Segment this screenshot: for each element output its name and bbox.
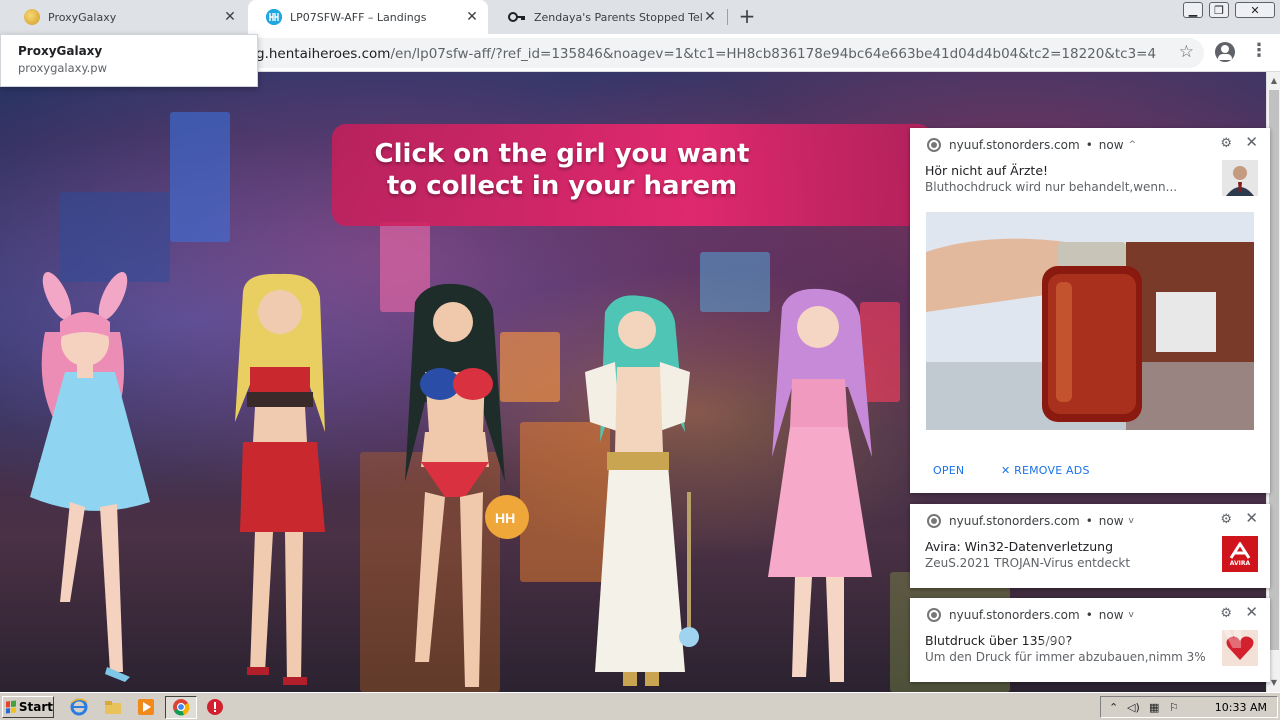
- chrome-icon: [927, 514, 941, 528]
- windows-taskbar: Start ⌃ ◁) ▦ ⚐ 10:33 AM: [0, 692, 1280, 720]
- taskbar-clock[interactable]: 10:33 AM: [1215, 701, 1267, 714]
- file-explorer-icon[interactable]: [104, 698, 122, 716]
- window-close-icon: ✕: [1250, 3, 1260, 17]
- collapse-chevron-up-icon[interactable]: ^: [1129, 140, 1137, 150]
- ball-label: HH: [495, 510, 515, 526]
- tab-close-icon[interactable]: ✕: [464, 9, 480, 25]
- notification-source: nyuuf.stonorders.com: [949, 138, 1080, 152]
- notification-source: nyuuf.stonorders.com: [949, 514, 1080, 528]
- scroll-thumb[interactable]: [1269, 90, 1279, 650]
- neon-sign-decoration: [170, 112, 230, 242]
- notification-time: now: [1098, 138, 1124, 152]
- stop-sign-icon[interactable]: [206, 698, 224, 716]
- tab-proxygalaxy[interactable]: ProxyGalaxy ✕: [6, 0, 246, 34]
- honey-jar-image: [926, 212, 1254, 430]
- tab-strip: ProxyGalaxy ✕ LP07SFW-AFF – Landings ✕ Z…: [0, 0, 1280, 34]
- character-teal-girl[interactable]: [575, 292, 705, 692]
- volume-icon[interactable]: ◁): [1127, 701, 1140, 714]
- character-bikini-girl[interactable]: HH: [385, 282, 545, 692]
- avira-logo-label: AVIRA: [1229, 559, 1251, 567]
- avira-logo-icon: AVIRA: [1222, 536, 1258, 572]
- url-host: g.hentaiheroes.com: [256, 46, 391, 62]
- chrome-icon: [927, 138, 941, 152]
- tab-separator: [727, 9, 728, 25]
- notification-doctors[interactable]: nyuuf.stonorders.com • now ^ ⚙ ✕ Hör nic…: [910, 128, 1270, 493]
- notification-header: nyuuf.stonorders.com • now ^: [927, 138, 1136, 152]
- tray-expand-icon[interactable]: ⌃: [1109, 701, 1118, 714]
- tab-zendaya[interactable]: Zendaya's Parents Stopped Telling H ✕: [490, 0, 726, 34]
- notification-remove-ads-button[interactable]: ✕ REMOVE ADS: [1001, 464, 1090, 477]
- tab-title: Zendaya's Parents Stopped Telling H: [534, 10, 702, 24]
- tab-title: ProxyGalaxy: [48, 10, 117, 24]
- tab-close-icon[interactable]: ✕: [222, 9, 238, 25]
- url-path: /en/lp07sfw-aff/?ref_id=135846&noagev=1&…: [390, 46, 1156, 62]
- chrome-icon: [927, 608, 941, 622]
- maximize-icon: ❐: [1214, 3, 1224, 17]
- address-bar[interactable]: g.hentaiheroes.com/en/lp07sfw-aff/?ref_i…: [200, 38, 1204, 68]
- character-bunny-girl[interactable]: [15, 272, 165, 682]
- windows-flag-icon: [6, 700, 16, 714]
- separator-dot: •: [1085, 514, 1093, 528]
- notification-header: nyuuf.stonorders.com • now v: [927, 514, 1134, 528]
- minimize-icon: ▁: [1188, 3, 1198, 17]
- notification-avira[interactable]: nyuuf.stonorders.com • now v ⚙ ✕ Avira: …: [910, 504, 1270, 588]
- system-tray: ⌃ ◁) ▦ ⚐ 10:33 AM: [1100, 696, 1278, 718]
- window-close-button[interactable]: ✕: [1235, 2, 1275, 18]
- start-button[interactable]: Start: [2, 696, 54, 718]
- browser-menu-icon[interactable]: ⋮: [1250, 42, 1268, 62]
- notification-title: Hör nicht auf Ärzte!: [925, 163, 1049, 178]
- maximize-button[interactable]: ❐: [1209, 2, 1229, 18]
- notification-close-icon[interactable]: ✕: [1245, 603, 1258, 621]
- character-pink-dress-girl[interactable]: [760, 287, 880, 687]
- notification-title: Avira: Win32-Datenverletzung: [925, 539, 1114, 554]
- start-label: Start: [18, 700, 53, 714]
- separator-dot: •: [1085, 138, 1093, 152]
- notification-settings-gear-icon[interactable]: ⚙: [1220, 136, 1232, 151]
- url-text[interactable]: g.hentaiheroes.com/en/lp07sfw-aff/?ref_i…: [256, 46, 1156, 62]
- scroll-up-arrow-icon[interactable]: ▲: [1269, 76, 1279, 85]
- tab-hover-card: ProxyGalaxy proxygalaxy.pw: [0, 34, 258, 87]
- internet-explorer-icon[interactable]: [70, 698, 88, 716]
- anyrun-watermark: ANY.RUN: [1040, 612, 1246, 658]
- notification-settings-gear-icon[interactable]: ⚙: [1220, 512, 1232, 527]
- bookmark-star-icon[interactable]: ☆: [1179, 42, 1194, 62]
- hentaiheroes-favicon-icon: [266, 9, 282, 25]
- action-center-flag-icon[interactable]: ⚐: [1169, 701, 1179, 714]
- notification-open-button[interactable]: OPEN: [933, 464, 964, 477]
- notification-close-icon[interactable]: ✕: [1245, 509, 1258, 527]
- media-player-icon[interactable]: [137, 698, 155, 716]
- headline-line-1: Click on the girl you want: [374, 139, 750, 169]
- tab-landings[interactable]: LP07SFW-AFF – Landings ✕: [248, 0, 488, 34]
- headline-line-2: to collect in your harem: [386, 171, 738, 201]
- account-avatar-icon[interactable]: [1215, 42, 1235, 62]
- character-blonde-girl[interactable]: [225, 272, 335, 692]
- remove-ads-label: REMOVE ADS: [1014, 464, 1090, 477]
- neon-sign-decoration: [60, 192, 170, 282]
- remove-ads-x-icon: ✕: [1001, 464, 1011, 477]
- hover-card-domain: proxygalaxy.pw: [18, 61, 107, 75]
- tab-title: LP07SFW-AFF – Landings: [290, 10, 427, 24]
- proxygalaxy-favicon-icon: [24, 9, 40, 25]
- notification-message: Bluthochdruck wird nur behandelt,wenn...: [925, 180, 1178, 194]
- tab-close-icon[interactable]: ✕: [702, 9, 718, 25]
- new-tab-button[interactable]: +: [736, 6, 758, 28]
- expand-chevron-down-icon[interactable]: v: [1129, 516, 1134, 526]
- network-icon[interactable]: ▦: [1149, 701, 1159, 714]
- key-favicon-icon: [508, 9, 526, 25]
- doctor-portrait-thumbnail: [1222, 160, 1258, 196]
- hover-card-title: ProxyGalaxy: [18, 44, 103, 58]
- minimize-button[interactable]: ▁: [1183, 2, 1203, 18]
- scroll-down-arrow-icon[interactable]: ▼: [1269, 678, 1279, 687]
- notification-time: now: [1098, 514, 1124, 528]
- notification-close-icon[interactable]: ✕: [1245, 133, 1258, 151]
- notification-message: ZeuS.2021 TROJAN-Virus entdeckt: [925, 556, 1131, 570]
- chrome-icon: [173, 699, 190, 716]
- headline-text: Click on the girl you want to collect in…: [332, 138, 932, 202]
